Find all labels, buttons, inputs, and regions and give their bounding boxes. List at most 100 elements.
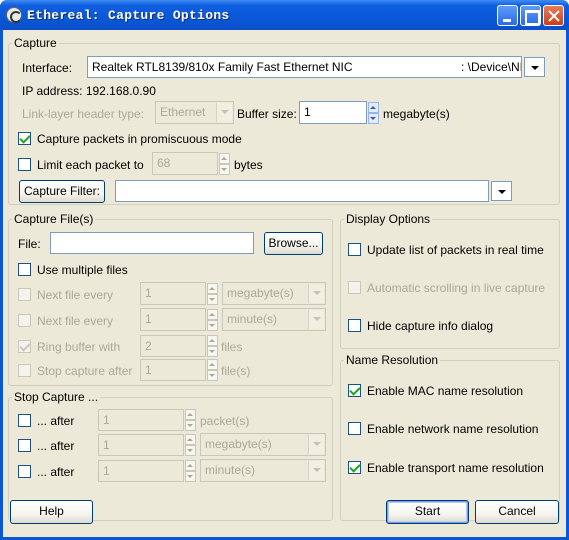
next-file-size-input[interactable]: 1 <box>140 282 206 305</box>
link-layer-value: Ethernet <box>160 105 206 119</box>
close-button[interactable] <box>543 5 564 26</box>
transport-resolution-checkbox[interactable] <box>348 461 361 474</box>
window-title: Ethereal: Capture Options <box>27 8 230 23</box>
limit-packet-input[interactable]: 68 <box>152 152 218 175</box>
spin-down-icon[interactable] <box>207 294 218 305</box>
stop-time-checkbox[interactable] <box>18 465 31 478</box>
next-file-size-label: Next file every <box>37 288 114 302</box>
chevron-down-icon <box>308 310 324 329</box>
update-realtime-checkbox[interactable] <box>348 243 361 256</box>
ring-buffer-label: Ring buffer with <box>37 340 121 354</box>
name-resolution-group: Name Resolution <box>340 353 560 521</box>
spin-down-icon[interactable] <box>207 370 218 381</box>
network-resolution-checkbox[interactable] <box>348 422 361 435</box>
stop-after-files-value: 1 <box>145 363 152 377</box>
next-file-size-unit-select[interactable]: megabyte(s) <box>222 282 326 305</box>
mac-resolution-checkbox[interactable] <box>348 384 361 397</box>
spin-up-icon[interactable] <box>207 359 218 370</box>
spin-down-icon[interactable] <box>368 113 379 124</box>
ring-buffer-spinner[interactable] <box>207 335 218 357</box>
stop-packets-label: ... after <box>37 414 75 428</box>
limit-packet-spinner[interactable] <box>219 153 230 175</box>
stop-packets-spinner[interactable] <box>185 409 196 431</box>
promiscuous-checkbox[interactable] <box>18 132 31 145</box>
multiple-files-checkbox[interactable] <box>18 263 31 276</box>
spin-up-icon[interactable] <box>185 434 196 445</box>
buffer-size-input[interactable]: 1 <box>299 101 367 124</box>
stop-after-files-spinner[interactable] <box>207 359 218 381</box>
spin-down-icon[interactable] <box>185 420 196 431</box>
spin-up-icon[interactable] <box>207 309 218 320</box>
ethereal-app-icon <box>6 7 22 23</box>
buffer-size-label: Buffer size: <box>237 107 297 121</box>
interface-label: Interface: <box>22 61 73 75</box>
stop-after-files-input[interactable]: 1 <box>140 359 206 381</box>
spin-up-icon[interactable] <box>219 153 230 164</box>
spin-down-icon[interactable] <box>207 320 218 331</box>
network-resolution-label: Enable network name resolution <box>367 422 539 436</box>
interface-dropdown-button[interactable] <box>524 57 545 77</box>
stop-packets-input[interactable]: 1 <box>98 409 184 431</box>
next-file-size-unit: megabyte(s) <box>227 286 294 300</box>
spin-up-icon[interactable] <box>207 335 218 346</box>
next-file-size-checkbox[interactable] <box>18 288 31 301</box>
next-file-time-checkbox[interactable] <box>18 314 31 327</box>
cancel-button[interactable]: Cancel <box>475 500 559 524</box>
spin-up-icon[interactable] <box>185 460 196 471</box>
stop-after-files-checkbox[interactable] <box>18 364 31 377</box>
ring-buffer-input[interactable]: 2 <box>140 335 206 357</box>
multiple-files-label: Use multiple files <box>37 263 128 277</box>
ring-buffer-value: 2 <box>145 339 152 353</box>
limit-packet-value: 68 <box>157 156 171 170</box>
spin-down-icon[interactable] <box>185 471 196 482</box>
next-file-size-value: 1 <box>145 286 152 300</box>
interface-combo[interactable]: Realtek RTL8139/810x Family Fast Etherne… <box>87 56 522 78</box>
spin-up-icon[interactable] <box>185 409 196 420</box>
spin-down-icon[interactable] <box>219 164 230 175</box>
title-bar[interactable]: Ethereal: Capture Options <box>0 0 569 30</box>
hide-info-checkbox[interactable] <box>348 319 361 332</box>
capture-filter-input[interactable] <box>115 180 489 202</box>
stop-capture-legend: Stop Capture ... <box>14 390 99 404</box>
capture-filter-dropdown-button[interactable] <box>491 181 512 201</box>
spin-down-icon[interactable] <box>185 445 196 456</box>
spin-down-icon[interactable] <box>207 346 218 357</box>
link-layer-select[interactable]: Ethernet <box>155 101 234 124</box>
limit-packet-checkbox[interactable] <box>18 158 31 171</box>
stop-after-files-unit: file(s) <box>221 364 251 378</box>
stop-time-spinner[interactable] <box>185 460 196 482</box>
hide-info-label: Hide capture info dialog <box>367 319 494 333</box>
next-file-size-spinner[interactable] <box>207 283 218 305</box>
stop-size-value: 1 <box>103 438 110 452</box>
start-button[interactable]: Start <box>386 500 469 524</box>
display-options-legend: Display Options <box>346 212 431 226</box>
help-button[interactable]: Help <box>10 500 93 524</box>
capture-filter-button[interactable]: Capture Filter: <box>19 180 105 203</box>
stop-size-input[interactable]: 1 <box>98 434 184 456</box>
spin-up-icon[interactable] <box>207 283 218 294</box>
browse-button[interactable]: Browse... <box>264 232 323 255</box>
buffer-size-spinner[interactable] <box>368 102 379 124</box>
file-input[interactable] <box>50 232 254 254</box>
promiscuous-label: Capture packets in promiscuous mode <box>37 132 242 146</box>
update-realtime-label: Update list of packets in real time <box>367 243 544 257</box>
stop-time-unit-select[interactable]: minute(s) <box>200 459 326 482</box>
stop-size-unit-select[interactable]: megabyte(s) <box>200 433 326 456</box>
next-file-time-input[interactable]: 1 <box>140 308 206 331</box>
capture-options-window: Ethereal: Capture Options Capture Interf… <box>0 0 569 540</box>
buffer-size-value: 1 <box>304 105 311 119</box>
auto-scroll-checkbox[interactable] <box>348 281 361 294</box>
stop-size-unit: megabyte(s) <box>205 437 272 451</box>
maximize-button[interactable] <box>520 5 541 26</box>
stop-size-label: ... after <box>37 439 75 453</box>
stop-time-input[interactable]: 1 <box>98 460 184 482</box>
minimize-button[interactable] <box>497 5 518 26</box>
ring-buffer-checkbox[interactable] <box>18 340 31 353</box>
next-file-time-spinner[interactable] <box>207 309 218 331</box>
stop-packets-checkbox[interactable] <box>18 414 31 427</box>
next-file-time-unit-select[interactable]: minute(s) <box>222 308 326 331</box>
stop-size-checkbox[interactable] <box>18 439 31 452</box>
stop-size-spinner[interactable] <box>185 434 196 456</box>
file-label: File: <box>18 237 41 251</box>
spin-up-icon[interactable] <box>368 102 379 113</box>
